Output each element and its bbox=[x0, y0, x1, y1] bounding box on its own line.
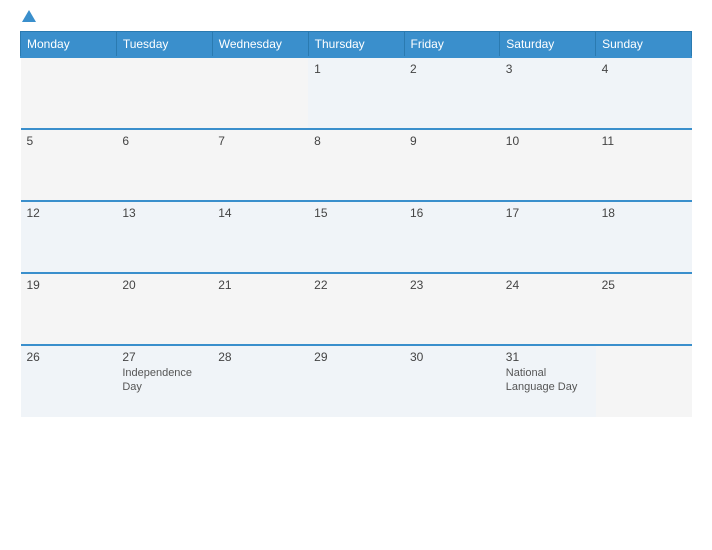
calendar-cell: 24 bbox=[500, 273, 596, 345]
day-number: 23 bbox=[410, 278, 494, 292]
calendar-header: MondayTuesdayWednesdayThursdayFridaySatu… bbox=[21, 32, 692, 58]
weekday-header-friday: Friday bbox=[404, 32, 500, 58]
day-number: 18 bbox=[602, 206, 686, 220]
calendar-cell: 13 bbox=[116, 201, 212, 273]
calendar-cell: 21 bbox=[212, 273, 308, 345]
calendar-week-2: 56789 10 11 bbox=[21, 129, 692, 201]
day-number: 7 bbox=[218, 134, 302, 148]
calendar-cell: 15 bbox=[308, 201, 404, 273]
day-number: 8 bbox=[314, 134, 398, 148]
day-number: 22 bbox=[314, 278, 398, 292]
day-number: 26 bbox=[27, 350, 111, 364]
calendar-cell: 8 bbox=[308, 129, 404, 201]
day-number: 19 bbox=[27, 278, 111, 292]
calendar-table: MondayTuesdayWednesdayThursdayFridaySatu… bbox=[20, 31, 692, 417]
day-number: 11 bbox=[602, 134, 686, 148]
weekday-header-thursday: Thursday bbox=[308, 32, 404, 58]
calendar-cell: 12 bbox=[21, 201, 117, 273]
calendar-cell: 20 bbox=[116, 273, 212, 345]
calendar-cell: 6 bbox=[116, 129, 212, 201]
calendar-body: 1234567891011121314151617181920212223242… bbox=[21, 57, 692, 417]
day-number: 17 bbox=[506, 206, 590, 220]
calendar-cell bbox=[116, 57, 212, 129]
day-number: 3 bbox=[506, 62, 590, 76]
day-number: 29 bbox=[314, 350, 398, 364]
calendar-cell: 27 Independence Day bbox=[116, 345, 212, 417]
day-number: 31 bbox=[506, 350, 590, 364]
day-number: 21 bbox=[218, 278, 302, 292]
weekday-row: MondayTuesdayWednesdayThursdayFridaySatu… bbox=[21, 32, 692, 58]
header bbox=[20, 10, 692, 23]
weekday-header-monday: Monday bbox=[21, 32, 117, 58]
calendar-cell: 10 bbox=[500, 129, 596, 201]
day-number: 4 bbox=[602, 62, 686, 76]
day-number: 14 bbox=[218, 206, 302, 220]
day-number: 25 bbox=[602, 278, 686, 292]
weekday-header-saturday: Saturday bbox=[500, 32, 596, 58]
calendar-cell: 3 bbox=[500, 57, 596, 129]
calendar-cell: 18 bbox=[596, 201, 692, 273]
day-number: 9 bbox=[410, 134, 494, 148]
calendar-cell: 1 bbox=[308, 57, 404, 129]
calendar-week-1: 1234 bbox=[21, 57, 692, 129]
weekday-header-tuesday: Tuesday bbox=[116, 32, 212, 58]
calendar-cell: 7 bbox=[212, 129, 308, 201]
logo-blue-text bbox=[20, 10, 36, 23]
calendar-cell: 9 bbox=[404, 129, 500, 201]
day-number: 10 bbox=[506, 134, 590, 148]
calendar-page: MondayTuesdayWednesdayThursdayFridaySatu… bbox=[0, 0, 712, 550]
calendar-cell: 22 bbox=[308, 273, 404, 345]
calendar-cell: 4 bbox=[596, 57, 692, 129]
calendar-cell bbox=[212, 57, 308, 129]
calendar-cell: 25 bbox=[596, 273, 692, 345]
calendar-cell: 28 bbox=[212, 345, 308, 417]
calendar-cell: 16 bbox=[404, 201, 500, 273]
weekday-header-wednesday: Wednesday bbox=[212, 32, 308, 58]
calendar-week-5: 26 27 Independence Day 28 29 30 31 National Lan… bbox=[21, 345, 692, 417]
calendar-cell: 5 bbox=[21, 129, 117, 201]
calendar-cell: 31 National Language Day bbox=[500, 345, 596, 417]
day-number: 16 bbox=[410, 206, 494, 220]
day-number: 2 bbox=[410, 62, 494, 76]
calendar-cell: 29 bbox=[308, 345, 404, 417]
day-number: 28 bbox=[218, 350, 302, 364]
calendar-cell: 23 bbox=[404, 273, 500, 345]
calendar-cell: 19 bbox=[21, 273, 117, 345]
day-number: 20 bbox=[122, 278, 206, 292]
weekday-header-sunday: Sunday bbox=[596, 32, 692, 58]
calendar-cell bbox=[596, 345, 692, 417]
logo bbox=[20, 10, 36, 23]
day-number: 27 bbox=[122, 350, 206, 364]
calendar-cell: 17 bbox=[500, 201, 596, 273]
calendar-cell: 26 bbox=[21, 345, 117, 417]
calendar-cell: 14 bbox=[212, 201, 308, 273]
day-number: 5 bbox=[27, 134, 111, 148]
day-number: 12 bbox=[27, 206, 111, 220]
day-event: Independence Day bbox=[122, 366, 206, 395]
calendar-cell: 30 bbox=[404, 345, 500, 417]
day-number: 15 bbox=[314, 206, 398, 220]
day-number: 13 bbox=[122, 206, 206, 220]
day-number: 30 bbox=[410, 350, 494, 364]
day-number: 1 bbox=[314, 62, 398, 76]
day-number: 24 bbox=[506, 278, 590, 292]
day-event: National Language Day bbox=[506, 366, 590, 395]
calendar-week-3: 12 13 14 15 16 17 18 bbox=[21, 201, 692, 273]
calendar-cell: 2 bbox=[404, 57, 500, 129]
calendar-week-4: 19 20 21 22 23 24 25 bbox=[21, 273, 692, 345]
day-number: 6 bbox=[122, 134, 206, 148]
logo-triangle-icon bbox=[22, 10, 36, 22]
calendar-cell: 11 bbox=[596, 129, 692, 201]
calendar-cell bbox=[21, 57, 117, 129]
